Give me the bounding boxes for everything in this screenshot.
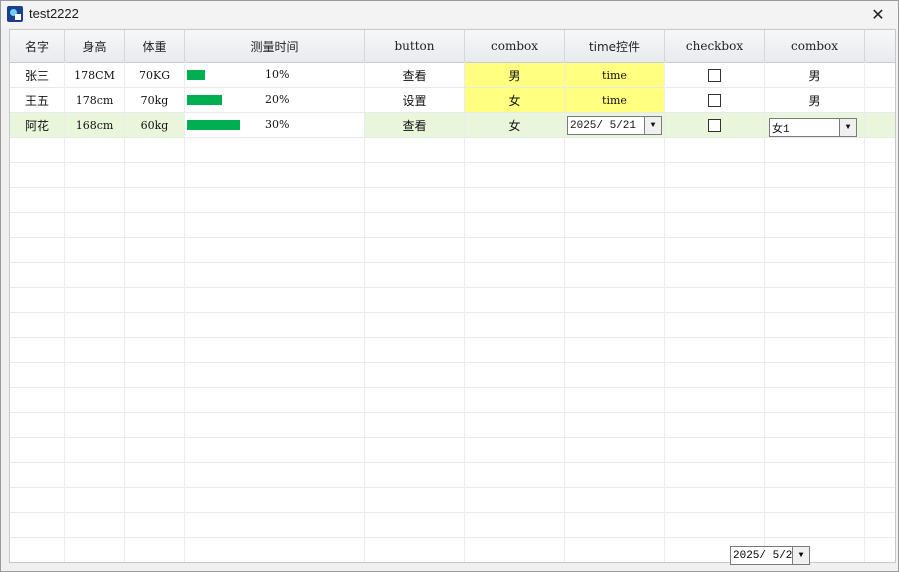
header-button[interactable]: button (365, 30, 465, 62)
window-title: test2222 (29, 6, 79, 21)
gender-combo-value: 女1 (772, 123, 790, 136)
header-combox[interactable]: combox (465, 30, 565, 62)
empty-row (10, 388, 895, 413)
column-divider (184, 62, 185, 562)
column-divider (64, 62, 65, 562)
header-checkbox[interactable]: checkbox (665, 30, 765, 62)
empty-row (10, 488, 895, 513)
row-checkbox[interactable] (708, 68, 721, 82)
cell-weight: 60kg (125, 113, 185, 137)
column-divider (664, 62, 665, 562)
view-button[interactable]: 查看 (365, 63, 465, 87)
empty-row (10, 513, 895, 538)
progress-text: 30% (265, 118, 290, 131)
progress-text: 20% (265, 93, 290, 106)
empty-row (10, 438, 895, 463)
empty-row (10, 363, 895, 388)
header-name[interactable]: 名字 (10, 30, 65, 62)
empty-row (10, 288, 895, 313)
empty-row (10, 338, 895, 363)
time-cell: 2025/ 5/21 ▼ (565, 113, 665, 137)
combo-cell: 女1 ▼ (765, 113, 865, 137)
header-height[interactable]: 身高 (65, 30, 125, 62)
chevron-down-icon[interactable]: ▼ (839, 119, 856, 136)
gender-combo-dropdown[interactable]: 女1 ▼ (769, 118, 857, 137)
header-combox-2[interactable]: combox (765, 30, 865, 62)
cell-progress: 10% (185, 63, 365, 87)
time-cell[interactable]: time (565, 88, 665, 112)
cell-weight: 70KG (125, 63, 185, 87)
time-cell[interactable]: time (565, 63, 665, 87)
gender-combo-2[interactable]: 男 (765, 63, 865, 87)
cell-weight: 70kg (125, 88, 185, 112)
empty-row (10, 188, 895, 213)
cell-height: 168cm (65, 113, 125, 137)
empty-row (10, 413, 895, 438)
empty-row (10, 238, 895, 263)
cell-name: 张三 (10, 63, 65, 87)
cell-name: 阿花 (10, 113, 65, 137)
gender-combo-2[interactable]: 男 (765, 88, 865, 112)
date-picker-cell[interactable]: 2025/ 5/21 ▼ (567, 116, 662, 135)
cell-progress: 30% (185, 113, 365, 137)
checkbox-cell (665, 63, 765, 87)
main-window: test2222 ✕ 名字 身高 体重 测量时间 button combox t… (0, 0, 899, 572)
cell-name: 王五 (10, 88, 65, 112)
grid-header: 名字 身高 体重 测量时间 button combox time控件 check… (10, 30, 895, 63)
cell-height: 178CM (65, 63, 125, 87)
gender-combo[interactable]: 女 (465, 113, 565, 137)
gender-combo[interactable]: 男 (465, 63, 565, 87)
column-divider (364, 62, 365, 562)
empty-row (10, 313, 895, 338)
view-button[interactable]: 查看 (365, 113, 465, 137)
footer-date-value: 2025/ 5/21 (733, 549, 800, 562)
cell-height: 178cm (65, 88, 125, 112)
column-divider (124, 62, 125, 562)
table-row-selected[interactable]: 阿花 168cm 60kg 30% 查看 女 2025/ 5/21 ▼ 女1 ▼ (10, 113, 895, 138)
header-weight[interactable]: 体重 (125, 30, 185, 62)
empty-row (10, 163, 895, 188)
column-divider (564, 62, 565, 562)
close-icon[interactable]: ✕ (858, 1, 898, 28)
row-checkbox[interactable] (708, 93, 721, 107)
column-divider (764, 62, 765, 562)
app-icon (7, 6, 23, 22)
date-picker-value: 2025/ 5/21 (570, 119, 637, 132)
chevron-down-icon[interactable]: ▼ (644, 117, 661, 134)
table-row[interactable]: 张三 178CM 70KG 10% 查看 男 time 男 (10, 63, 895, 88)
footer-date-picker[interactable]: 2025/ 5/21 ▼ (730, 546, 810, 565)
header-time-control[interactable]: time控件 (565, 30, 665, 62)
table-row[interactable]: 王五 178cm 70kg 20% 设置 女 time 男 (10, 88, 895, 113)
settings-button[interactable]: 设置 (365, 88, 465, 112)
cell-progress: 20% (185, 88, 365, 112)
empty-row (10, 263, 895, 288)
progress-bar (187, 120, 240, 130)
row-checkbox[interactable] (708, 118, 721, 132)
header-measure-time[interactable]: 测量时间 (185, 30, 365, 62)
progress-bar (187, 95, 222, 105)
progress-bar (187, 70, 205, 80)
column-divider (464, 62, 465, 562)
checkbox-cell (665, 113, 765, 137)
title-bar: test2222 ✕ (1, 1, 898, 28)
checkbox-cell (665, 88, 765, 112)
empty-row (10, 138, 895, 163)
empty-row (10, 213, 895, 238)
gender-combo[interactable]: 女 (465, 88, 565, 112)
progress-text: 10% (265, 68, 290, 81)
data-grid: 名字 身高 体重 测量时间 button combox time控件 check… (9, 29, 896, 563)
empty-row (10, 463, 895, 488)
chevron-down-icon[interactable]: ▼ (792, 547, 809, 564)
column-divider (864, 62, 865, 562)
